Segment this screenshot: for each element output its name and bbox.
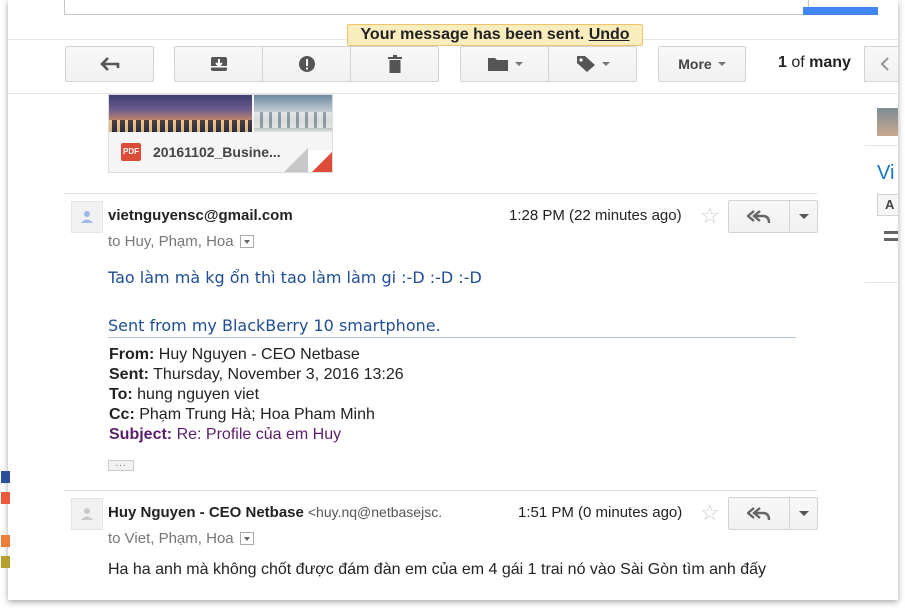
contact-photo[interactable] [877,108,898,136]
star-icon[interactable]: ☆ [700,205,720,227]
reply-all-icon [747,209,771,223]
pdf-icon: PDF [121,143,141,161]
attachment-filename: 20161102_Busine... [153,144,281,160]
sender-name[interactable]: Huy Nguyen - CEO Netbase <huy.nq@netbasej… [108,504,442,521]
labels-button[interactable] [548,46,637,82]
page-fold-icon [282,148,308,172]
label-marker [1,556,10,568]
avatar[interactable] [71,201,103,233]
message-body-line: Tao làm mà kg ổn thì tao làm làm gi :-D … [108,268,482,287]
folder-icon [487,58,508,71]
archive-icon [210,57,227,71]
contact-name[interactable]: Vi [877,162,894,185]
more-button[interactable]: More [658,46,746,82]
quote-divider [108,337,796,338]
person-icon [81,508,93,520]
report-spam-button[interactable] [262,46,351,82]
count-current: 1 [778,54,787,71]
newer-button[interactable] [864,46,898,82]
subject-label: Subject: [109,426,173,443]
attachment-info: PDF 20161102_Busine... [109,132,332,172]
cc-label: Cc: [109,406,135,423]
count-of: of [791,54,805,71]
search-field-edge[interactable] [64,0,809,15]
show-details-icon[interactable] [239,531,254,545]
to-label: To: [109,386,133,403]
attachment-preview-image [109,95,252,132]
search-button-edge[interactable] [803,7,878,15]
message-menu-button[interactable] [790,497,818,530]
recipients-text: to Viet, Phạm, Hoa [108,530,234,547]
label-marker [1,471,10,483]
message-divider [64,490,817,491]
attachment-preview-image [254,95,332,132]
quoted-header: From: Huy Nguyen - CEO Netbase Sent: Thu… [109,345,404,445]
recipients-text: to Huy, Phạm, Hoa [108,233,234,250]
sent-notification-text: Your message has been sent. [360,26,585,43]
message-time: 1:51 PM (0 minutes ago) [518,504,683,521]
subject-value: Re: Profile của em Huy [176,426,342,443]
pdf-corner-icon [308,150,332,172]
sender-display-name: Huy Nguyen - CEO Netbase [108,504,304,521]
to-value: hung nguyen viet [137,386,260,403]
message-divider [64,193,817,194]
delete-button[interactable] [350,46,439,82]
report-spam-icon [298,56,315,72]
panel-divider [865,282,898,283]
attachment-card[interactable]: PDF 20161102_Busine... [108,94,333,173]
back-arrow-icon [99,57,119,71]
panel-divider [865,145,898,146]
cc-value: Phạm Trung Hà; Hoa Pham Minh [139,406,375,423]
gmail-window: Your message has been sent. Undo More 1 [8,0,898,600]
reply-all-icon [747,506,771,520]
archive-button[interactable] [174,46,263,82]
label-marker [1,492,10,504]
star-icon[interactable]: ☆ [700,502,720,524]
chevron-down-icon [717,62,726,66]
trash-icon [387,55,402,73]
from-value: Huy Nguyen - CEO Netbase [158,346,360,363]
chevron-down-icon [514,62,523,66]
message-count: 1 of many [778,54,851,72]
from-label: From: [109,346,155,363]
recipients-summary: to Huy, Phạm, Hoa [108,233,254,250]
show-details-icon[interactable] [239,234,254,248]
avatar[interactable] [71,498,103,530]
chevron-down-icon [601,62,610,66]
person-icon [81,211,93,223]
message-time: 1:28 PM (22 minutes ago) [509,207,682,224]
undo-link[interactable]: Undo [589,26,630,43]
sent-notification: Your message has been sent. Undo [347,24,643,46]
chevron-down-icon [798,214,809,219]
sent-label: Sent: [109,366,149,383]
count-total: many [809,54,851,71]
message-toolbar: More 1 of many [8,40,898,94]
show-trimmed-content-button[interactable]: ... [108,459,134,471]
chevron-down-icon [798,511,809,516]
message-menu-button[interactable] [790,200,818,233]
sender-email: <huy.nq@netbasejsc. [307,504,443,520]
more-button-label: More [678,56,712,72]
move-to-button[interactable] [460,46,549,82]
sent-value: Thursday, November 3, 2016 13:26 [153,366,404,383]
reply-all-button[interactable] [728,497,790,530]
recipients-summary: to Viet, Phạm, Hoa [108,530,254,547]
back-button[interactable] [65,46,154,82]
chevron-left-icon [879,57,889,71]
message-signature: Sent from my BlackBerry 10 smartphone. [108,316,441,335]
message-body-line: Ha ha anh mà không chốt được đám đàn em … [108,561,767,578]
label-marker [1,535,10,547]
list-icon[interactable] [884,231,898,241]
contact-action-button[interactable]: A [877,194,898,216]
sender-name[interactable]: vietnguyensc@gmail.com [108,207,293,224]
reply-all-button[interactable] [728,200,790,233]
label-tag-icon [576,56,595,72]
